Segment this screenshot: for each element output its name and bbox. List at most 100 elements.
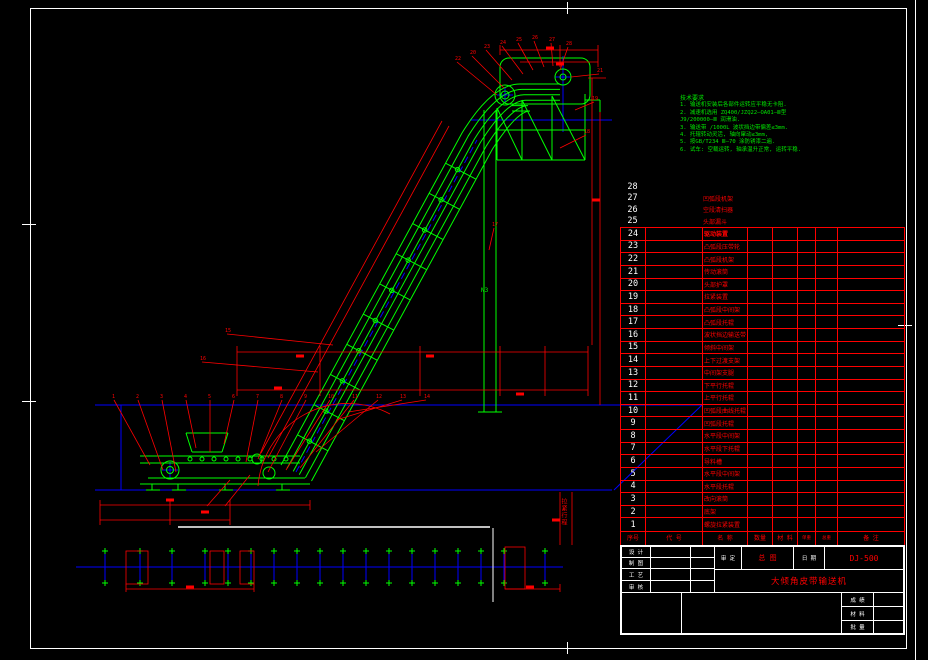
empty-cell xyxy=(773,228,798,241)
note-line: 3. 输送带 /1000L 波状挡边带偏差≤3mm. xyxy=(680,124,788,131)
part-no: 21 xyxy=(621,265,646,279)
callout-number: 16 xyxy=(200,356,206,362)
empty-cell xyxy=(748,392,773,405)
part-no: 26 xyxy=(627,204,638,215)
empty-cell xyxy=(838,506,904,519)
tb-stage-label: 总 图 xyxy=(741,546,794,570)
col-unit-weight: 单重 xyxy=(798,530,816,545)
empty-cell xyxy=(773,404,798,418)
empty-cell xyxy=(816,404,838,418)
part-no: 20 xyxy=(621,278,646,292)
drawing-number: DJ-500 xyxy=(824,546,904,570)
callout-number: 2 xyxy=(136,394,139,400)
part-name: 驱动装置 xyxy=(703,228,748,241)
table-row-upper: 28 xyxy=(620,181,903,193)
part-no: 22 xyxy=(621,253,646,266)
empty-cell xyxy=(646,430,703,443)
part-no: 8 xyxy=(621,430,646,443)
empty-cell xyxy=(838,455,904,468)
machine-green xyxy=(102,57,601,586)
drawing-title: 大倾角皮带输送机 xyxy=(714,569,904,593)
tb-org-cell xyxy=(681,592,842,634)
table-row: 16 波状挡边输送带 xyxy=(621,329,904,342)
empty-cell xyxy=(773,455,798,468)
callout-number: 28 xyxy=(566,41,572,47)
table-row-upper: 26 空段清扫器 xyxy=(620,204,903,216)
empty-cell xyxy=(646,303,703,317)
empty-cell xyxy=(748,228,773,241)
empty-cell xyxy=(748,316,773,329)
empty-cell xyxy=(838,392,904,405)
empty-cell xyxy=(748,354,773,367)
empty-cell xyxy=(748,341,773,355)
empty-cell xyxy=(773,379,798,393)
callout-number: 11 xyxy=(352,394,358,400)
empty-cell xyxy=(816,291,838,304)
empty-cell xyxy=(646,240,703,254)
callout-number: 8 xyxy=(280,394,283,400)
feed-hopper xyxy=(185,432,229,453)
callout-number: 13 xyxy=(400,394,406,400)
empty-cell xyxy=(816,354,838,367)
table-row: 21 传动滚筒 xyxy=(621,265,904,279)
empty-cell xyxy=(773,354,798,367)
empty-cell xyxy=(816,493,838,506)
note-line: J9/200000—Ⅲ 润滑油. xyxy=(680,117,741,124)
callout-number: 12 xyxy=(376,394,382,400)
part-name: 凸弧段托辊 xyxy=(703,316,748,329)
empty-cell xyxy=(646,265,703,279)
empty-cell xyxy=(816,240,838,254)
table-row: 14 上下过渡支架 xyxy=(621,354,904,367)
table-row: 20 头部护罩 xyxy=(621,278,904,292)
part-name: 底架 xyxy=(703,505,748,519)
empty-cell xyxy=(838,228,904,241)
callout-number: 20 xyxy=(470,50,476,56)
empty-cell xyxy=(773,480,798,494)
empty-cell xyxy=(798,316,816,329)
empty-cell xyxy=(816,265,838,279)
empty-cell xyxy=(748,379,773,393)
part-no: 14 xyxy=(621,354,646,367)
callout-number: 17 xyxy=(492,222,498,228)
empty-cell xyxy=(838,316,904,329)
part-no: 5 xyxy=(621,467,646,481)
empty-cell xyxy=(838,493,904,506)
empty-cell xyxy=(646,379,703,393)
technical-notes: 技术要求 1. 输送机安装后各部件运转应平稳无卡阻. 2. 减速机选用 ZQ400… xyxy=(680,95,850,154)
empty-cell xyxy=(798,278,816,292)
empty-cell xyxy=(748,467,773,481)
callout-number: 3 xyxy=(160,394,163,400)
callout-number: 22 xyxy=(455,56,461,62)
tb-right-cell xyxy=(873,620,904,634)
empty-cell xyxy=(816,303,838,317)
empty-cell xyxy=(798,442,816,456)
col-name: 名 称 xyxy=(703,530,748,545)
col-total-weight: 总重 xyxy=(816,530,838,545)
part-no: 3 xyxy=(621,493,646,506)
empty-cell xyxy=(646,341,703,355)
note-line: 1. 输送机安装后各部件运转应平稳无卡阻. xyxy=(680,102,787,109)
part-name: 水平段中间架 xyxy=(703,430,748,443)
part-name: 水平段托辊 xyxy=(703,480,748,494)
empty-cell xyxy=(748,329,773,342)
table-row: 12 下平行托辊 xyxy=(621,379,904,393)
part-name: 空段清扫器 xyxy=(703,207,734,215)
callout-number: 21 xyxy=(597,68,603,74)
part-no: 15 xyxy=(621,341,646,355)
part-name: 头部漏斗 xyxy=(703,218,728,226)
empty-cell xyxy=(646,278,703,292)
empty-cell xyxy=(773,467,798,481)
part-no: 27 xyxy=(627,193,638,204)
part-no: 9 xyxy=(621,417,646,430)
empty-cell xyxy=(838,380,904,393)
empty-cell xyxy=(748,455,773,468)
empty-cell xyxy=(798,303,816,317)
col-qty: 数量 xyxy=(748,530,773,545)
empty-cell xyxy=(798,265,816,279)
empty-cell xyxy=(816,392,838,405)
callout-number: 27 xyxy=(549,37,555,43)
empty-cell xyxy=(748,303,773,317)
empty-cell xyxy=(816,278,838,292)
empty-cell xyxy=(773,505,798,519)
empty-cell xyxy=(773,417,798,430)
